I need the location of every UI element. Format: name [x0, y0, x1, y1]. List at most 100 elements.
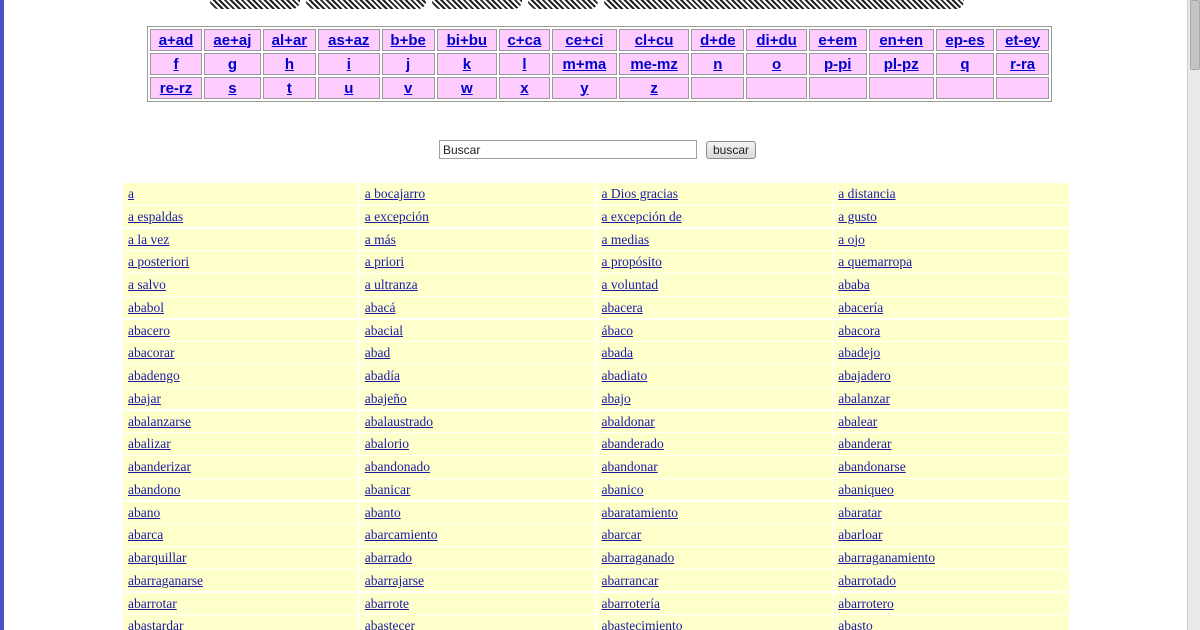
- word-link[interactable]: abadiato: [602, 368, 648, 383]
- nav-link[interactable]: x: [520, 80, 528, 97]
- word-link[interactable]: ababol: [128, 300, 164, 315]
- word-link[interactable]: abarrotar: [128, 596, 177, 611]
- nav-link[interactable]: d+de: [700, 32, 735, 49]
- nav-link[interactable]: o: [772, 56, 781, 73]
- word-link[interactable]: ababa: [838, 277, 869, 292]
- word-link[interactable]: abajeño: [365, 391, 407, 406]
- word-link[interactable]: abadejo: [838, 345, 880, 360]
- nav-link[interactable]: as+az: [328, 32, 369, 49]
- nav-link[interactable]: q: [960, 56, 969, 73]
- word-link[interactable]: abadengo: [128, 368, 180, 383]
- word-link[interactable]: abalizar: [128, 436, 171, 451]
- nav-link[interactable]: j: [406, 56, 410, 73]
- word-link[interactable]: a ojo: [838, 232, 865, 247]
- word-link[interactable]: abanderado: [602, 436, 664, 451]
- vertical-scrollbar[interactable]: [1187, 0, 1200, 630]
- nav-link[interactable]: z: [650, 80, 658, 97]
- scrollbar-thumb[interactable]: [1190, 0, 1200, 70]
- nav-link[interactable]: r-ra: [1010, 56, 1035, 73]
- word-link[interactable]: abaratamiento: [602, 505, 678, 520]
- word-link[interactable]: abandonarse: [838, 459, 905, 474]
- word-link[interactable]: abarrado: [365, 550, 412, 565]
- nav-link[interactable]: b+be: [390, 32, 425, 49]
- nav-link[interactable]: n: [713, 56, 722, 73]
- nav-link[interactable]: y: [580, 80, 588, 97]
- nav-link[interactable]: et-ey: [1005, 32, 1040, 49]
- word-link[interactable]: abandonado: [365, 459, 430, 474]
- word-link[interactable]: abarrotero: [838, 596, 893, 611]
- word-link[interactable]: abanto: [365, 505, 401, 520]
- nav-link[interactable]: cl+cu: [635, 32, 674, 49]
- word-link[interactable]: abarcamiento: [365, 527, 438, 542]
- word-link[interactable]: abalanzar: [838, 391, 890, 406]
- nav-link[interactable]: pl-pz: [884, 56, 919, 73]
- word-link[interactable]: abadía: [365, 368, 400, 383]
- nav-link[interactable]: u: [344, 80, 353, 97]
- word-link[interactable]: a ultranza: [365, 277, 418, 292]
- nav-link[interactable]: ce+ci: [565, 32, 603, 49]
- word-link[interactable]: a propósito: [602, 254, 662, 269]
- word-link[interactable]: abandonar: [602, 459, 658, 474]
- word-link[interactable]: ábaco: [602, 323, 633, 338]
- nav-link[interactable]: v: [404, 80, 412, 97]
- nav-link[interactable]: ep-es: [945, 32, 984, 49]
- nav-link[interactable]: me-mz: [630, 56, 678, 73]
- word-link[interactable]: abastecimiento: [602, 618, 683, 630]
- word-link[interactable]: a distancia: [838, 186, 895, 201]
- word-link[interactable]: abanicar: [365, 482, 411, 497]
- nav-link[interactable]: en+en: [879, 32, 923, 49]
- word-link[interactable]: abacá: [365, 300, 396, 315]
- nav-link[interactable]: f: [174, 56, 179, 73]
- word-link[interactable]: a excepción: [365, 209, 429, 224]
- word-link[interactable]: a espaldas: [128, 209, 183, 224]
- nav-link[interactable]: a+ad: [159, 32, 194, 49]
- word-link[interactable]: a la vez: [128, 232, 169, 247]
- word-link[interactable]: abalear: [838, 414, 877, 429]
- word-link[interactable]: abacería: [838, 300, 883, 315]
- nav-link[interactable]: p-pi: [824, 56, 852, 73]
- word-link[interactable]: a voluntad: [602, 277, 659, 292]
- nav-link[interactable]: c+ca: [508, 32, 542, 49]
- word-link[interactable]: abaniqueo: [838, 482, 893, 497]
- nav-link[interactable]: g: [228, 56, 237, 73]
- word-link[interactable]: abarraganarse: [128, 573, 203, 588]
- word-link[interactable]: a Dios gracias: [602, 186, 678, 201]
- word-link[interactable]: a más: [365, 232, 396, 247]
- nav-link[interactable]: re-rz: [160, 80, 193, 97]
- word-link[interactable]: abastardar: [128, 618, 183, 630]
- nav-link[interactable]: l: [522, 56, 526, 73]
- word-link[interactable]: abarcar: [602, 527, 642, 542]
- nav-link[interactable]: ae+aj: [213, 32, 251, 49]
- word-link[interactable]: abarrancar: [602, 573, 659, 588]
- nav-link[interactable]: bi+bu: [447, 32, 487, 49]
- search-button[interactable]: buscar: [706, 140, 757, 159]
- nav-link[interactable]: i: [347, 56, 351, 73]
- nav-link[interactable]: al+ar: [272, 32, 307, 49]
- word-link[interactable]: abarraganado: [602, 550, 675, 565]
- nav-link[interactable]: s: [228, 80, 236, 97]
- word-link[interactable]: abada: [602, 345, 633, 360]
- word-link[interactable]: a quemarropa: [838, 254, 912, 269]
- word-link[interactable]: a priori: [365, 254, 404, 269]
- word-link[interactable]: a medias: [602, 232, 650, 247]
- word-link[interactable]: abalanzarse: [128, 414, 191, 429]
- word-link[interactable]: a posteriori: [128, 254, 189, 269]
- word-link[interactable]: a salvo: [128, 277, 166, 292]
- word-link[interactable]: abacial: [365, 323, 403, 338]
- nav-link[interactable]: di+du: [756, 32, 796, 49]
- word-link[interactable]: abalaustrado: [365, 414, 433, 429]
- word-link[interactable]: abacora: [838, 323, 880, 338]
- word-link[interactable]: abastecer: [365, 618, 415, 630]
- word-link[interactable]: abarrajarse: [365, 573, 424, 588]
- word-link[interactable]: abaldonar: [602, 414, 655, 429]
- search-input[interactable]: [439, 140, 697, 159]
- word-link[interactable]: abacero: [128, 323, 170, 338]
- word-link[interactable]: abalorio: [365, 436, 409, 451]
- word-link[interactable]: abarraganamiento: [838, 550, 935, 565]
- word-link[interactable]: abacera: [602, 300, 643, 315]
- word-link[interactable]: abaratar: [838, 505, 881, 520]
- word-link[interactable]: a: [128, 186, 134, 201]
- word-link[interactable]: abanderar: [838, 436, 891, 451]
- word-link[interactable]: abajadero: [838, 368, 890, 383]
- word-link[interactable]: abarloar: [838, 527, 882, 542]
